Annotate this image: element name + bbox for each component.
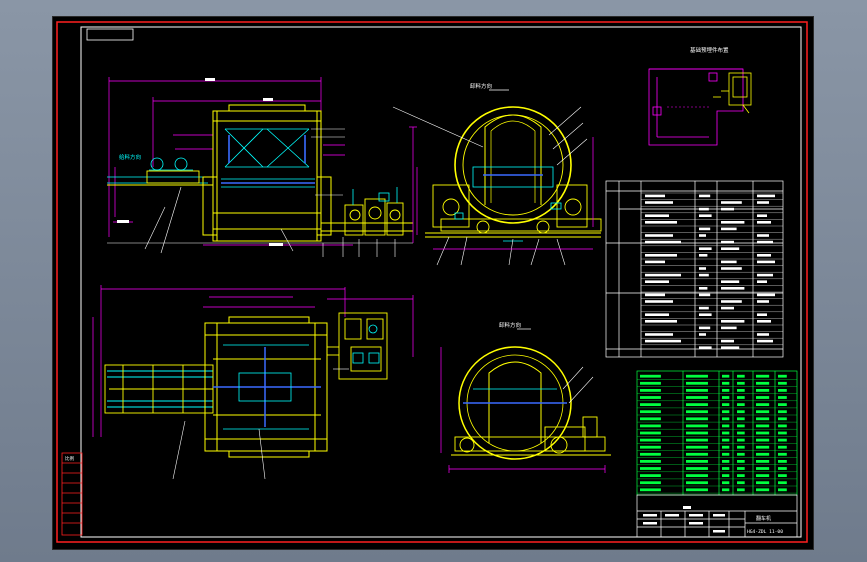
rotor-ring-icon: [454, 106, 572, 224]
spec-table: [605, 180, 784, 358]
feed-direction-label: 给料方向: [119, 153, 141, 161]
discharge-direction-label-top: 卸料方向: [470, 82, 492, 90]
outer-border: [56, 21, 808, 543]
reference-box: [86, 28, 134, 41]
pinion-gear-icon: [459, 437, 475, 453]
plan-view: [92, 285, 414, 480]
discharge-direction-label-bottom: 卸料方向: [499, 321, 521, 329]
detail-title: 基础预埋件布置: [690, 46, 729, 54]
margin-stamp-table: [61, 452, 83, 536]
cad-drawing-viewport[interactable]: 比例 给料方向 卸料方向 基础预埋件布置 卸料方向 翻车机 HG4-ZDL 11…: [52, 16, 814, 550]
title-block-name: 翻车机: [756, 515, 771, 522]
cad-drawing-canvas: 比例 给料方向 卸料方向 基础预埋件布置 卸料方向 翻车机 HG4-ZDL 11…: [56, 21, 808, 543]
discharge-view: 卸料方向: [440, 321, 611, 473]
front-view: 给料方向: [107, 77, 417, 257]
parts-list-rows: [637, 374, 797, 494]
embedded-parts-detail: 基础预埋件布置: [648, 46, 752, 146]
spec-table-rows: [641, 192, 783, 349]
side-view: 卸料方向: [392, 82, 602, 266]
title-block-code: HG4-ZDL 11-00: [747, 529, 783, 535]
margin-stamp-label: 比例: [65, 455, 74, 462]
parts-list-table: [636, 370, 798, 496]
